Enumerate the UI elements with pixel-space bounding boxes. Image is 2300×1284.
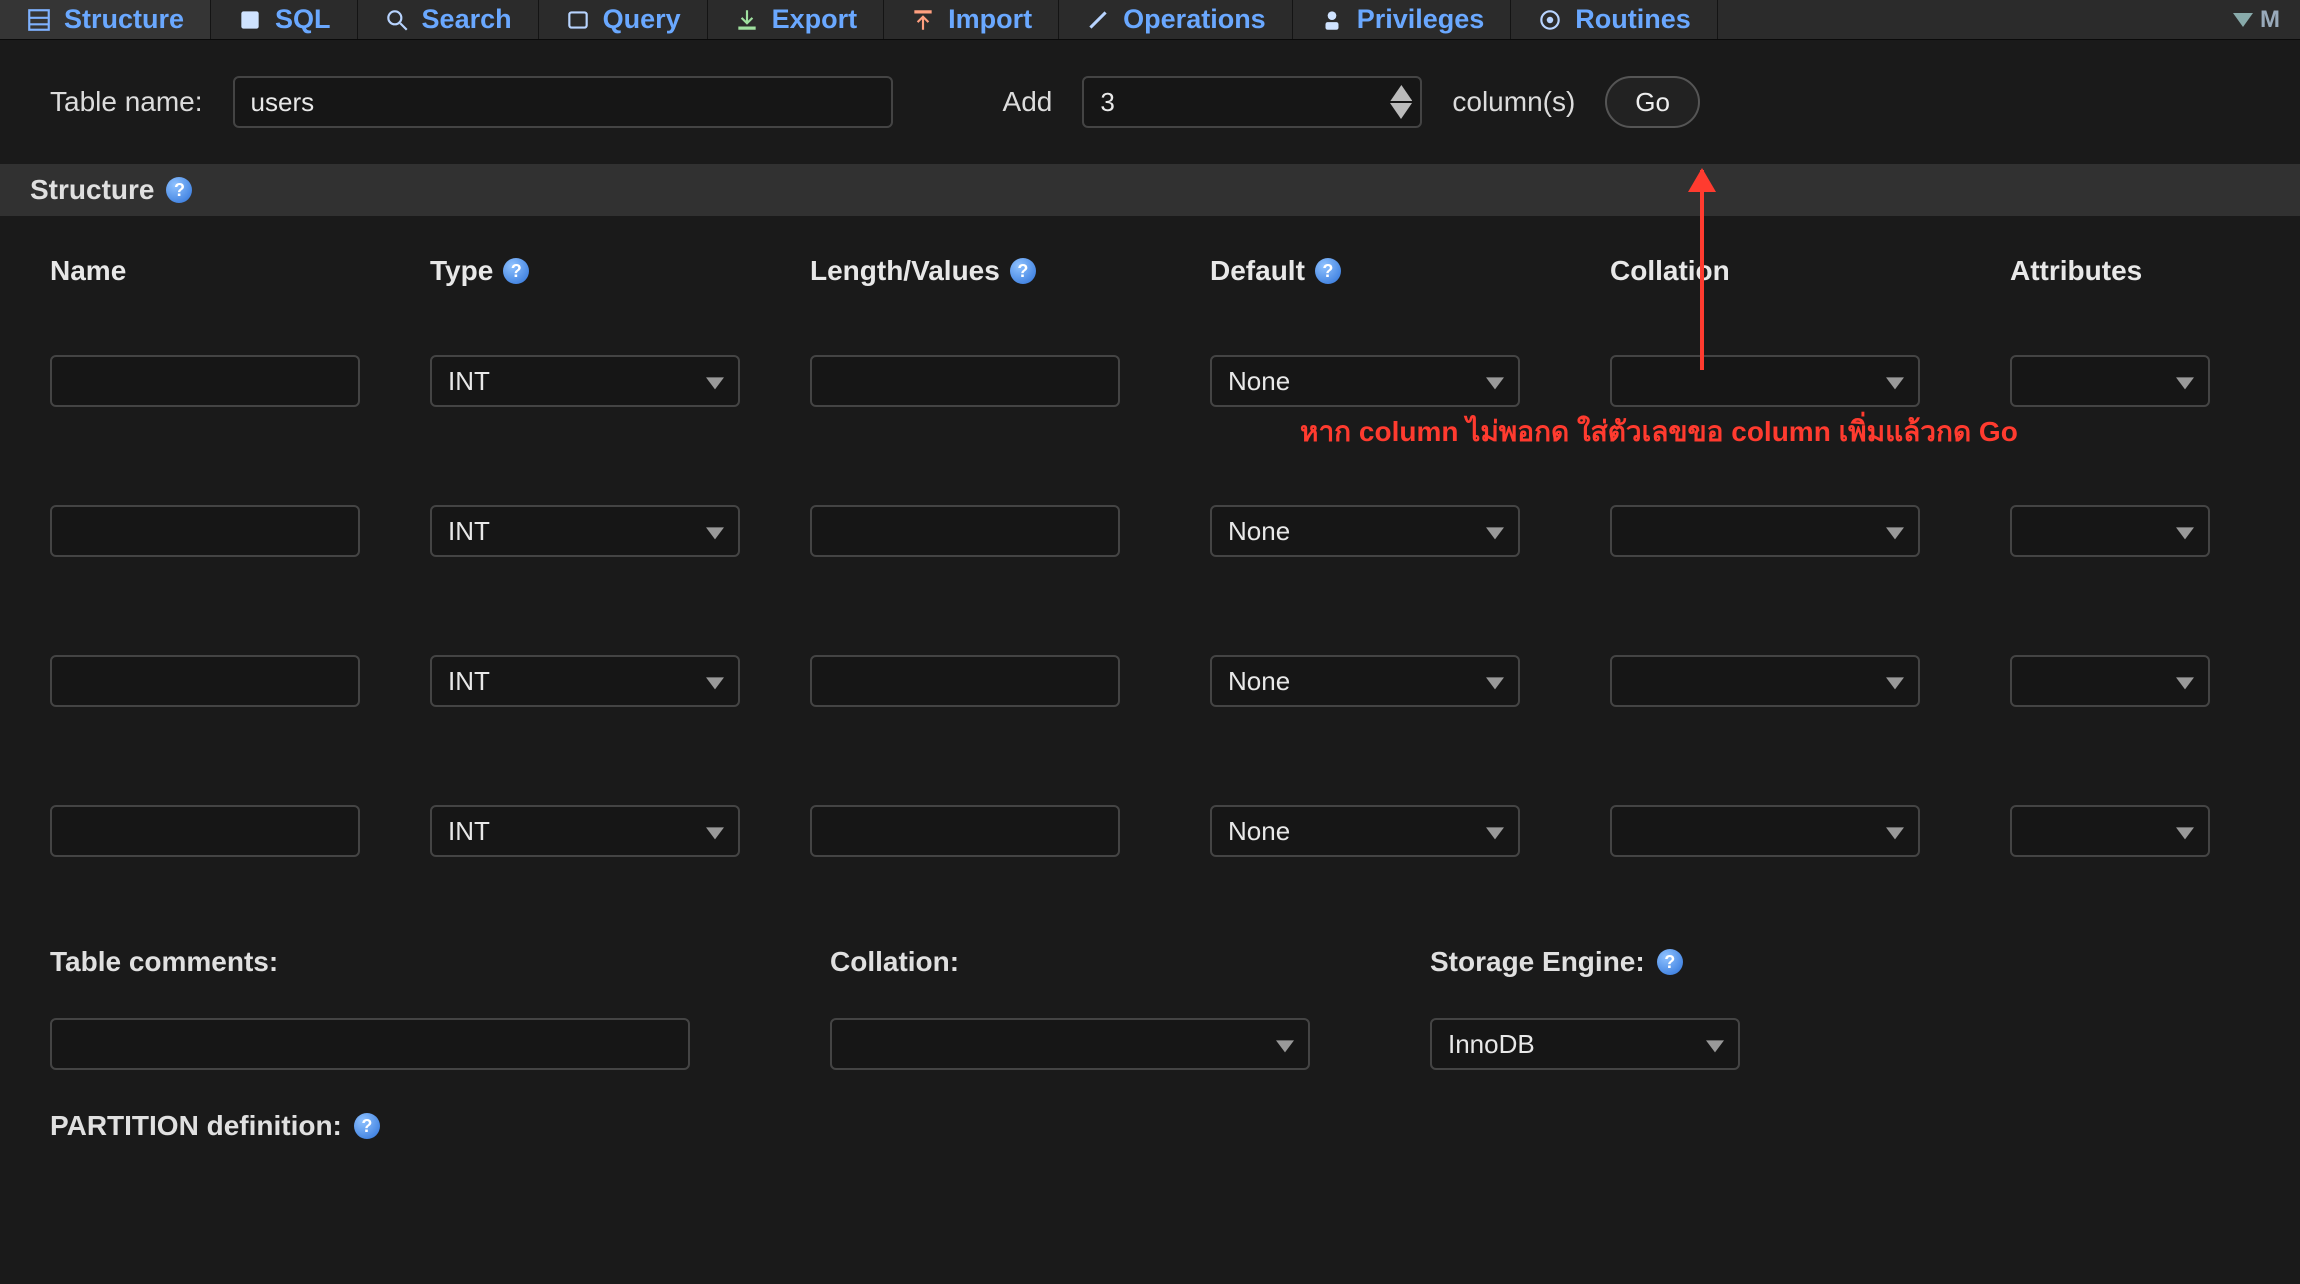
th-attributes: Attributes <box>2010 255 2270 287</box>
tab-label: SQL <box>275 4 331 35</box>
table-name-input[interactable] <box>233 76 893 128</box>
column-default-select[interactable]: None <box>1210 355 1520 407</box>
help-icon[interactable] <box>1657 949 1683 975</box>
chevron-down-icon <box>2233 13 2253 27</box>
table-comments-input[interactable] <box>50 1018 690 1070</box>
tab-label: Privileges <box>1357 4 1485 35</box>
tab-routines[interactable]: Routines <box>1511 0 1718 39</box>
column-attributes-select[interactable] <box>2010 805 2210 857</box>
column-default-select[interactable]: None <box>1210 805 1520 857</box>
column-attributes-select[interactable] <box>2010 505 2210 557</box>
spinner-up-icon[interactable] <box>1390 85 1412 101</box>
add-label: Add <box>1003 86 1053 118</box>
column-default-select[interactable]: None <box>1210 505 1520 557</box>
search-icon <box>384 7 410 33</box>
storage-engine-select[interactable]: InnoDB <box>1430 1018 1740 1070</box>
column-length-input[interactable] <box>810 655 1120 707</box>
routines-icon <box>1537 7 1563 33</box>
help-icon[interactable] <box>1010 258 1036 284</box>
query-icon <box>565 7 591 33</box>
column-type-select[interactable]: INT <box>430 505 740 557</box>
th-default: Default <box>1210 255 1610 287</box>
table-name-label: Table name: <box>50 86 203 118</box>
column-attributes-select[interactable] <box>2010 655 2210 707</box>
privileges-icon <box>1319 7 1345 33</box>
content-area: Table name: Add column(s) Go Structure N… <box>0 40 2300 1152</box>
column-row: INT None <box>0 606 2300 756</box>
table-options-row: Table comments: Collation: Storage Engin… <box>0 906 2300 1100</box>
partition-definition-label: PARTITION definition: <box>0 1100 2300 1152</box>
column-type-select[interactable]: INT <box>430 805 740 857</box>
help-icon[interactable] <box>354 1113 380 1139</box>
column-row: INT None <box>0 456 2300 606</box>
tab-label: Routines <box>1575 4 1691 35</box>
column-length-input[interactable] <box>810 505 1120 557</box>
spinner-down-icon[interactable] <box>1390 103 1412 119</box>
tab-search[interactable]: Search <box>358 0 539 39</box>
sql-icon <box>237 7 263 33</box>
column-length-input[interactable] <box>810 805 1120 857</box>
tab-label: Query <box>603 4 681 35</box>
top-tabs: Structure SQL Search Query Export Import <box>0 0 2300 40</box>
tab-operations[interactable]: Operations <box>1059 0 1293 39</box>
th-name: Name <box>50 255 430 287</box>
structure-icon <box>26 7 52 33</box>
help-icon[interactable] <box>503 258 529 284</box>
column-row: INT None <box>0 756 2300 906</box>
help-icon[interactable] <box>166 177 192 203</box>
columns-grid: Name Type Length/Values Default Collatio… <box>0 236 2300 906</box>
tab-label: Export <box>772 4 858 35</box>
tab-import[interactable]: Import <box>884 0 1059 39</box>
storage-engine-label: Storage Engine: <box>1430 946 2030 978</box>
th-type: Type <box>430 255 810 287</box>
tab-query[interactable]: Query <box>539 0 708 39</box>
tab-sql[interactable]: SQL <box>211 0 358 39</box>
structure-section-label: Structure <box>30 174 154 206</box>
column-collation-select[interactable] <box>1610 355 1920 407</box>
column-type-select[interactable]: INT <box>430 655 740 707</box>
operations-icon <box>1085 7 1111 33</box>
tab-label: Import <box>948 4 1032 35</box>
th-collation: Collation <box>1610 255 2010 287</box>
column-name-input[interactable] <box>50 505 360 557</box>
column-collation-select[interactable] <box>1610 805 1920 857</box>
more-label: M <box>2260 6 2280 34</box>
columns-label: column(s) <box>1452 86 1575 118</box>
column-name-input[interactable] <box>50 655 360 707</box>
column-collation-select[interactable] <box>1610 505 1920 557</box>
number-spinner[interactable] <box>1390 85 1412 119</box>
structure-section-header: Structure <box>0 164 2300 216</box>
column-row: INT None <box>0 306 2300 456</box>
help-icon[interactable] <box>1315 258 1341 284</box>
th-length: Length/Values <box>810 255 1210 287</box>
columns-grid-header: Name Type Length/Values Default Collatio… <box>0 236 2300 306</box>
tab-more-menu[interactable]: M <box>2213 0 2300 39</box>
tab-label: Operations <box>1123 4 1266 35</box>
tab-export[interactable]: Export <box>708 0 885 39</box>
collation-label: Collation: <box>830 946 1430 978</box>
column-type-select[interactable]: INT <box>430 355 740 407</box>
export-icon <box>734 7 760 33</box>
add-columns-input[interactable] <box>1082 76 1422 128</box>
tab-label: Structure <box>64 4 184 35</box>
column-length-input[interactable] <box>810 355 1120 407</box>
table-comments-label: Table comments: <box>50 946 830 978</box>
column-name-input[interactable] <box>50 355 360 407</box>
tab-label: Search <box>422 4 512 35</box>
column-attributes-select[interactable] <box>2010 355 2210 407</box>
column-name-input[interactable] <box>50 805 360 857</box>
table-collation-select[interactable] <box>830 1018 1310 1070</box>
import-icon <box>910 7 936 33</box>
tab-privileges[interactable]: Privileges <box>1293 0 1512 39</box>
go-button[interactable]: Go <box>1605 76 1700 128</box>
column-collation-select[interactable] <box>1610 655 1920 707</box>
column-default-select[interactable]: None <box>1210 655 1520 707</box>
table-name-row: Table name: Add column(s) Go <box>0 40 2300 164</box>
tab-structure[interactable]: Structure <box>0 0 211 39</box>
